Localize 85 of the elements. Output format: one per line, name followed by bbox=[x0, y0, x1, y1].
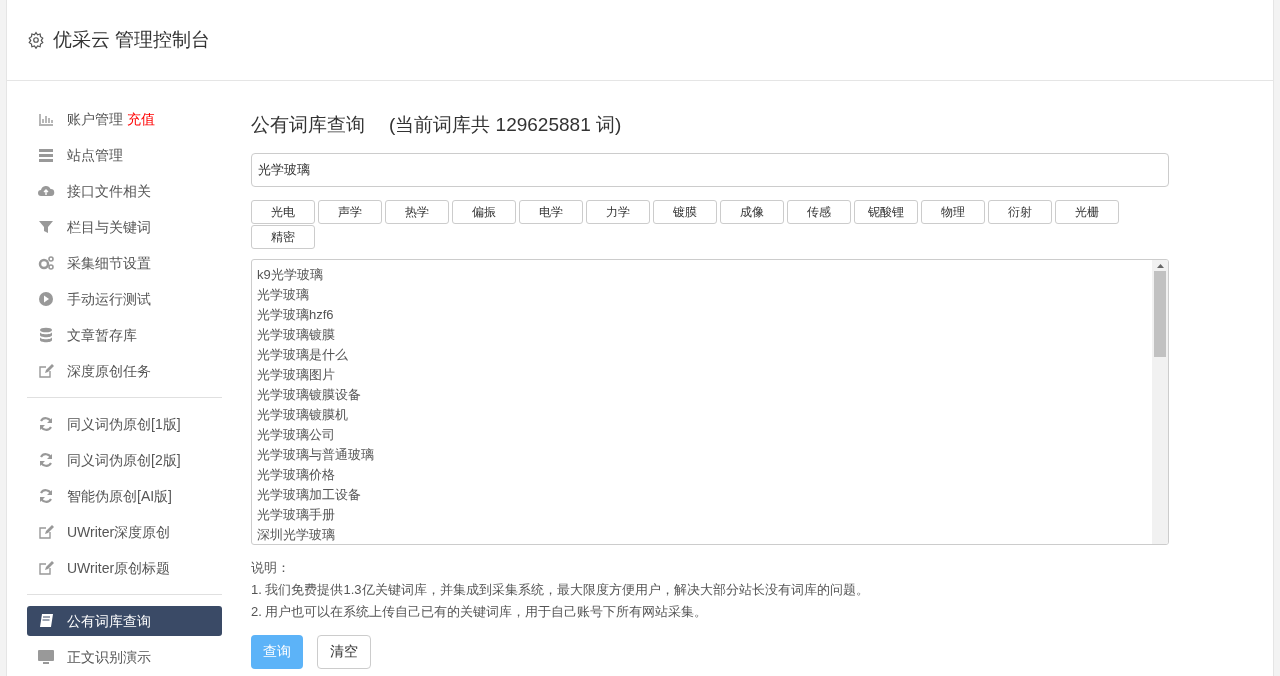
result-item: 光学玻璃hzf6 bbox=[257, 305, 335, 324]
monitor-icon bbox=[37, 648, 55, 666]
server-icon bbox=[37, 146, 55, 164]
sidebar-item[interactable]: 接口文件相关 bbox=[27, 176, 222, 206]
refresh-icon bbox=[37, 451, 55, 469]
sidebar-item[interactable]: UWriter深度原创 bbox=[27, 517, 222, 547]
result-item: 光学玻璃镀膜设备 bbox=[257, 385, 362, 404]
sidebar-item[interactable]: 账户管理 充值 bbox=[27, 104, 222, 134]
sidebar-item[interactable]: 站点管理 bbox=[27, 140, 222, 170]
note-line: 1. 我们免费提供1.3亿关键词库，并集成到采集系统，最大限度方便用户，解决大部分站长没有词库的问题。 bbox=[251, 580, 870, 599]
notes-heading: 说明： bbox=[251, 558, 291, 577]
item-label: 站点管理 bbox=[67, 145, 123, 165]
item-label: 公有词库查询 bbox=[67, 611, 151, 631]
edit-icon bbox=[37, 523, 55, 541]
keyword-tag[interactable]: 传感 bbox=[787, 199, 851, 224]
keyword-tag[interactable]: 精密 bbox=[251, 224, 315, 249]
keyword-tag[interactable]: 光电 bbox=[251, 199, 315, 224]
keyword-tag[interactable]: 镀膜 bbox=[653, 199, 717, 224]
settings-icon bbox=[27, 31, 45, 49]
book-icon bbox=[37, 612, 55, 630]
keyword-tag[interactable]: 物理 bbox=[921, 199, 985, 224]
sidebar-item[interactable]: 深度原创任务 bbox=[27, 356, 222, 386]
sidebar-item[interactable]: 智能伪原创[AI版] bbox=[27, 481, 222, 511]
scroll-up-icon[interactable] bbox=[1156, 263, 1164, 268]
item-label: UWriter原创标题 bbox=[67, 558, 171, 578]
item-label: UWriter深度原创 bbox=[67, 522, 171, 542]
sidebar-item[interactable]: 正文识别演示 bbox=[27, 642, 222, 672]
sidebar-item[interactable]: 同义词伪原创[1版] bbox=[27, 409, 222, 439]
database-icon bbox=[37, 326, 55, 344]
item-label: 采集细节设置 bbox=[67, 253, 151, 273]
recharge-link[interactable]: 充值 bbox=[127, 108, 155, 130]
result-item: 光学玻璃镀膜 bbox=[257, 325, 336, 344]
item-label: 文章暂存库 bbox=[67, 325, 137, 345]
gears-icon bbox=[37, 254, 55, 272]
result-item: k9光学玻璃 bbox=[257, 265, 324, 284]
item-label: 智能伪原创[AI版] bbox=[67, 486, 172, 506]
keyword-tag[interactable]: 声学 bbox=[318, 199, 382, 224]
keyword-tag[interactable]: 光栅 bbox=[1055, 199, 1119, 224]
sidebar-item[interactable]: 同义词伪原创[2版] bbox=[27, 445, 222, 475]
console-title: 优采云 管理控制台 bbox=[53, 27, 211, 52]
edit-icon bbox=[37, 362, 55, 380]
result-item: 光学玻璃手册 bbox=[257, 505, 336, 524]
item-label: 手动运行测试 bbox=[67, 289, 151, 309]
sidebar-item[interactable]: UWriter原创标题 bbox=[27, 553, 222, 583]
sidebar-item[interactable]: 文章暂存库 bbox=[27, 320, 222, 350]
scrollbar[interactable] bbox=[1152, 259, 1168, 544]
keyword-tag[interactable]: 成像 bbox=[720, 199, 784, 224]
keyword-tag[interactable]: 偏振 bbox=[452, 199, 516, 224]
keyword-tag[interactable]: 热学 bbox=[385, 199, 449, 224]
page-title: 公有词库查询 bbox=[251, 113, 365, 137]
result-item: 光学玻璃加工设备 bbox=[257, 485, 362, 504]
keyword-tag[interactable]: 铌酸锂 bbox=[854, 199, 918, 224]
sidebar-item[interactable]: 栏目与关键词 bbox=[27, 212, 222, 242]
item-label: 深度原创任务 bbox=[67, 361, 151, 381]
item-label: 接口文件相关 bbox=[67, 181, 151, 201]
keyword-tag[interactable]: 电学 bbox=[519, 199, 583, 224]
result-item: 光学玻璃 bbox=[257, 285, 310, 304]
search-field[interactable]: 光学玻璃 bbox=[251, 152, 1169, 187]
results-list[interactable]: k9光学玻璃 光学玻璃 光学玻璃hzf6 光学玻璃镀膜 光学玻璃是什么 光学玻璃图片 光学玻璃镀膜设备 光学玻璃镀膜机 光学玻璃公司 光学玻璃与普通玻璃 光学玻璃价格 光学玻璃加工设备 光学玻璃手册 深圳光学玻璃 bbox=[251, 258, 1169, 545]
scrollbar-thumb[interactable] bbox=[1154, 270, 1166, 357]
item-label: 栏目与关键词 bbox=[67, 217, 151, 237]
item-label: 同义词伪原创[1版] bbox=[67, 414, 181, 434]
refresh-icon bbox=[37, 415, 55, 433]
edit-icon bbox=[37, 559, 55, 577]
result-item: 光学玻璃图片 bbox=[257, 365, 336, 384]
item-label: 账户管理 bbox=[67, 109, 123, 129]
sidebar-item[interactable]: 手动运行测试 bbox=[27, 284, 222, 314]
result-item: 光学玻璃与普通玻璃 bbox=[257, 445, 375, 464]
sidebar-item[interactable]: 采集细节设置 bbox=[27, 248, 222, 278]
result-item: 光学玻璃公司 bbox=[257, 425, 336, 444]
result-item: 光学玻璃价格 bbox=[257, 465, 336, 484]
keyword-tag[interactable]: 力学 bbox=[586, 199, 650, 224]
keyword-tag[interactable]: 衍射 bbox=[988, 199, 1052, 224]
result-item: 深圳光学玻璃 bbox=[257, 525, 336, 544]
word-count: (当前词库共 129625881 词) bbox=[389, 113, 622, 137]
note-line: 2. 用户也可以在系统上传自己已有的关键词库，用于自己账号下所有网站采集。 bbox=[251, 602, 709, 621]
item-label: 同义词伪原创[2版] bbox=[67, 450, 181, 470]
clear-button[interactable]: 清空 bbox=[317, 634, 371, 669]
filter-icon bbox=[37, 218, 55, 236]
play-icon bbox=[37, 290, 55, 308]
result-item: 光学玻璃是什么 bbox=[257, 345, 349, 364]
item-label: 正文识别演示 bbox=[67, 647, 151, 667]
sidebar-item[interactable]: 公有词库查询 bbox=[27, 606, 222, 636]
result-item: 光学玻璃镀膜机 bbox=[257, 405, 349, 424]
refresh-icon bbox=[37, 487, 55, 505]
